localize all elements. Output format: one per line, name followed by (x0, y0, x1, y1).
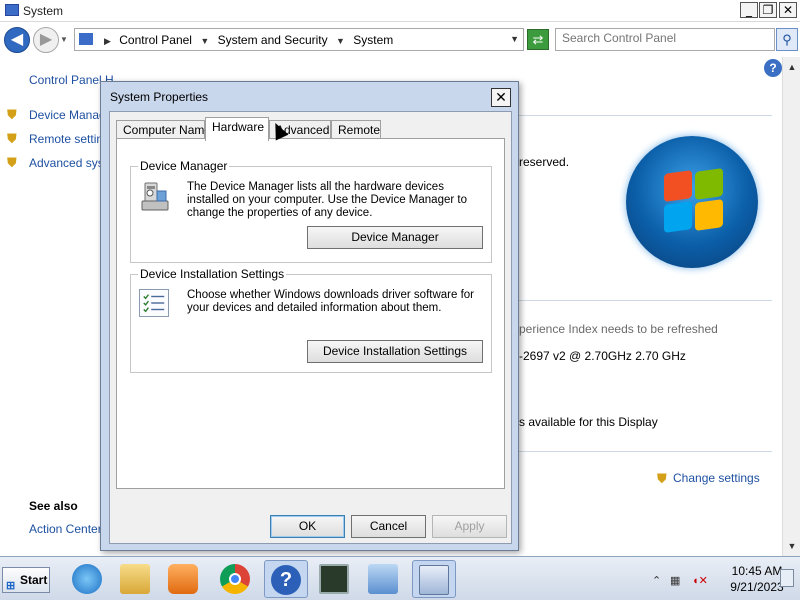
address-bar[interactable]: ▶ Control Panel ▼ System and Security ▼ … (74, 28, 524, 51)
taskbar-task-manager[interactable] (313, 560, 357, 598)
device-manager-legend: Device Manager (138, 159, 230, 173)
taskbar-chrome[interactable] (214, 560, 258, 598)
device-manager-group: Device Manager The Device Manager lists … (130, 159, 492, 263)
control-panel-icon (368, 564, 398, 594)
recent-pages-dropdown-icon[interactable]: ▼ (60, 35, 68, 44)
device-installation-legend: Device Installation Settings (138, 267, 287, 281)
tab-remote[interactable]: Remote (331, 120, 381, 140)
window-title: System (23, 4, 64, 18)
task-manager-icon (319, 564, 349, 594)
remote-settings-link[interactable]: Remote settin (29, 132, 103, 146)
internet-explorer-icon (72, 564, 102, 594)
section-divider (519, 115, 772, 116)
pen-touch-value: s available for this Display (519, 415, 658, 429)
copyright-text: reserved. (519, 155, 570, 169)
taskbar-media-player[interactable] (162, 560, 206, 598)
system-properties-icon (419, 565, 449, 595)
refresh-button[interactable]: ⇄ (527, 29, 549, 50)
breadcrumb-control-panel[interactable]: Control Panel (119, 33, 192, 47)
apply-button[interactable]: Apply (432, 515, 507, 538)
system-window-icon (5, 4, 19, 16)
tab-hardware[interactable]: Hardware (205, 117, 269, 141)
taskbar-windows-explorer[interactable] (114, 560, 158, 598)
breadcrumb-separator-icon[interactable]: ▼ (336, 36, 345, 46)
system-properties-dialog: System Properties ✕ Computer Name Hardwa… (100, 81, 519, 551)
action-center-link[interactable]: Action Center (29, 522, 102, 536)
start-button[interactable]: ⊞ Start (2, 567, 50, 593)
back-button[interactable]: ◀ (4, 27, 30, 53)
show-desktop-button[interactable] (780, 569, 794, 587)
breadcrumb-separator-icon[interactable]: ▼ (200, 36, 209, 46)
windows-flag-icon: ⊞ (6, 580, 16, 592)
device-installation-group: Device Installation Settings Choose whet… (130, 267, 492, 373)
breadcrumb-separator-icon[interactable]: ▶ (104, 36, 111, 46)
checklist-icon (139, 289, 169, 317)
uac-shield-icon: ⛊ (7, 131, 17, 146)
device-manager-link[interactable]: Device Manag (29, 108, 106, 122)
dialog-title: System Properties (110, 90, 209, 104)
search-box[interactable] (555, 28, 775, 51)
taskbar-control-panel[interactable] (362, 560, 406, 598)
change-settings-link[interactable]: Change settings (673, 471, 760, 485)
taskbar-help[interactable]: ? (264, 560, 308, 598)
address-toolbar: ◀ ▶ ▼ ▶ Control Panel ▼ System and Secur… (0, 22, 800, 57)
rating-text[interactable]: perience Index needs to be refreshed (519, 322, 718, 336)
chrome-icon (220, 564, 250, 594)
device-manager-description: The Device Manager lists all the hardwar… (187, 181, 467, 219)
device-installation-description: Choose whether Windows downloads driver … (187, 289, 474, 314)
taskbar: ⊞ Start ? ⌃ ▦ ◖✕ 10:45 AM 9/21/2023 (0, 556, 800, 600)
show-hidden-icons-icon[interactable]: ⌃ (652, 574, 661, 587)
see-also-heading: See also (29, 499, 78, 513)
windows-explorer-icon (120, 564, 150, 594)
volume-muted-icon[interactable]: ◖✕ (692, 574, 708, 587)
search-icon[interactable]: ⚲ (776, 28, 798, 51)
uac-shield-icon: ⛊ (657, 471, 667, 486)
help-icon: ? (271, 565, 301, 595)
scroll-down-icon[interactable]: ▼ (785, 539, 799, 553)
breadcrumb-system[interactable]: System (353, 33, 393, 47)
media-player-icon (168, 564, 198, 594)
scroll-up-icon[interactable]: ▲ (785, 60, 799, 74)
taskbar-internet-explorer[interactable] (66, 560, 110, 598)
windows-logo-icon (626, 136, 758, 268)
start-label: Start (20, 573, 48, 587)
processor-value: -2697 v2 @ 2.70GHz 2.70 GHz (519, 349, 686, 363)
device-manager-button[interactable]: Device Manager (307, 226, 483, 249)
minimize-button[interactable]: _ (740, 2, 758, 18)
left-task-pane: Control Panel H ⛊ Device Manag ⛊ Remote … (0, 57, 114, 556)
window-close-button[interactable]: ✕ (779, 2, 797, 18)
help-icon[interactable]: ? (764, 59, 782, 77)
tab-computer-name[interactable]: Computer Name (116, 120, 211, 140)
vertical-scrollbar[interactable]: ▲ ▼ (782, 57, 800, 556)
section-divider (519, 451, 772, 452)
device-manager-icon (141, 182, 169, 211)
uac-shield-icon: ⛊ (7, 155, 17, 170)
advanced-system-settings-link[interactable]: Advanced sys (29, 156, 104, 170)
device-installation-settings-button[interactable]: Device Installation Settings (307, 340, 483, 363)
search-input[interactable] (562, 31, 762, 45)
restore-button[interactable]: ❐ (759, 2, 777, 18)
cancel-button[interactable]: Cancel (351, 515, 426, 538)
network-icon[interactable]: ▦ (670, 574, 680, 587)
address-history-dropdown-icon[interactable]: ▼ (510, 34, 519, 44)
taskbar-system-properties[interactable] (412, 560, 456, 598)
section-divider (519, 300, 772, 301)
ok-button[interactable]: OK (270, 515, 345, 538)
uac-shield-icon: ⛊ (7, 107, 17, 122)
breadcrumb: ▶ Control Panel ▼ System and Security ▼ … (99, 33, 393, 47)
notification-area: ⌃ ▦ ◖✕ 10:45 AM 9/21/2023 (644, 561, 798, 597)
control-panel-icon (79, 33, 93, 45)
dialog-close-button[interactable]: ✕ (491, 88, 511, 107)
forward-button[interactable]: ▶ (33, 27, 59, 53)
breadcrumb-system-and-security[interactable]: System and Security (218, 33, 328, 47)
hardware-tab-panel: Device Manager The Device Manager lists … (116, 138, 505, 489)
dialog-body: Computer Name Hardware Advanced Remote D… (109, 111, 512, 544)
window-titlebar: System _ ❐ ✕ (0, 0, 800, 22)
